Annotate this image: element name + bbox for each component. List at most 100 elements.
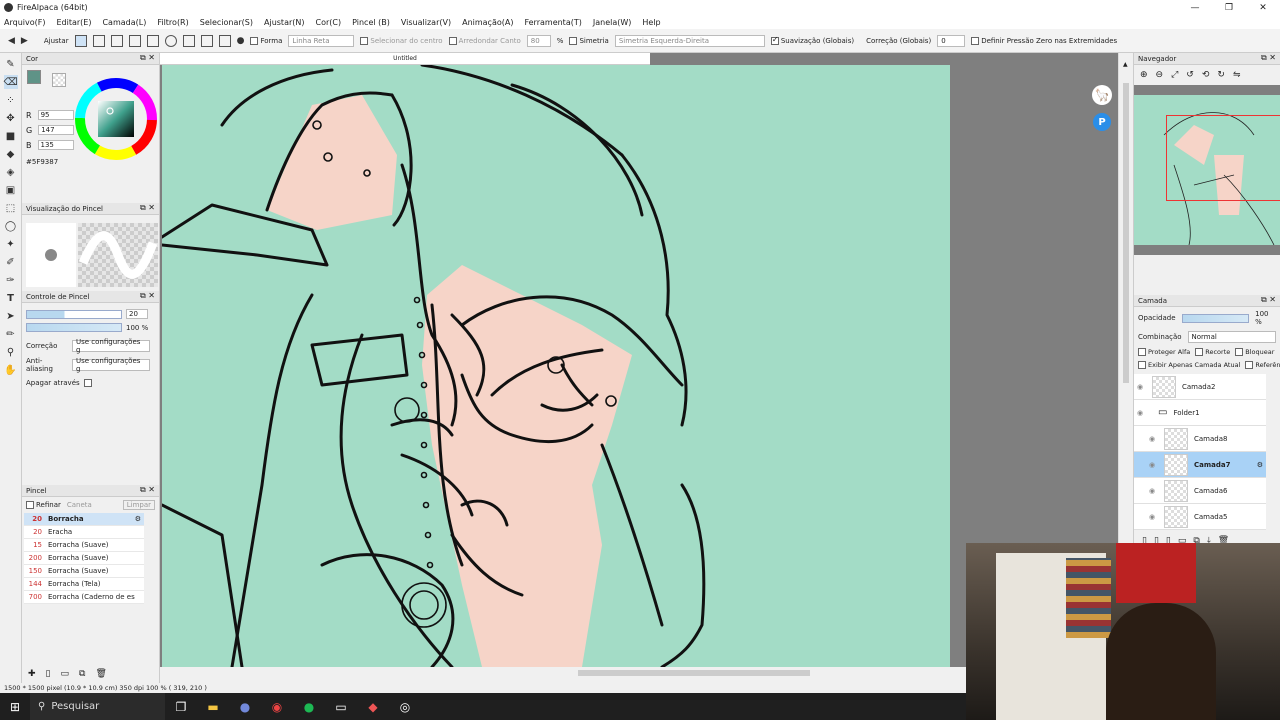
folder-icon[interactable]: ▭ [61,669,70,679]
snap-perspective-icon[interactable] [218,34,231,47]
select-tool-icon[interactable]: ⬚ [4,201,18,215]
layer-item[interactable]: ◉ Camada5 [1134,504,1266,530]
panel-close-icon[interactable]: ⧉ ✕ [140,291,155,301]
color-b-field[interactable]: 135 [37,140,74,150]
current-color-swatch[interactable] [27,70,41,84]
snap-off-icon[interactable] [74,34,87,47]
firealpaca-taskbar-icon[interactable]: ◆ [357,693,389,720]
redo-icon[interactable]: ▶ [21,36,28,46]
pen-button[interactable]: Caneta [67,501,107,509]
pressure-zero-checkbox[interactable]: Definir Pressão Zero nas Extremidades [971,36,1117,45]
eye-icon[interactable]: ◉ [1134,383,1146,391]
symmetry-checkbox[interactable]: Simetria [569,36,609,45]
secondary-color-swatch[interactable] [52,73,66,87]
snap-circle-icon[interactable] [164,34,177,47]
erase-through-checkbox[interactable] [83,379,92,387]
layer-item[interactable]: ◉ Camada7 ⚙ [1134,452,1266,478]
maximize-icon[interactable]: ❐ [1212,0,1246,15]
reset-rotation-icon[interactable]: ⟲ [1202,70,1210,80]
fill-tool-icon[interactable]: ◆ [4,147,18,161]
brush-size-slider[interactable] [26,309,122,319]
duplicate-icon[interactable]: ⧉ [79,669,85,679]
brush-item[interactable]: 15 Eorracha (Suave) [24,539,144,552]
clipping-checkbox[interactable]: Recorte [1195,348,1230,356]
operation-tool-icon[interactable]: ➤ [4,309,18,323]
snap-vanishing-icon[interactable] [128,34,141,47]
hand-tool-icon[interactable]: ✋ [4,363,18,377]
brush-item[interactable]: 144 Eorracha (Tela) [24,578,144,591]
rotate-left-icon[interactable]: ↺ [1186,70,1194,80]
brush-correction-select[interactable]: Use configurações g [72,338,150,354]
menu-visualizar[interactable]: Visualizar(V) [401,18,451,27]
taskbar-search[interactable]: ⚲ Pesquisar [30,693,165,720]
file-explorer-icon[interactable]: ▬ [197,693,229,720]
brush-item[interactable]: 20 Borracha ⚙ [24,513,144,526]
menu-filtro[interactable]: Filtro(R) [157,18,188,27]
eraser-tool-icon[interactable]: ⌫ [3,75,18,89]
minimize-icon[interactable]: — [1178,0,1212,15]
color-g-field[interactable]: 147 [38,125,75,135]
dot-tool-icon[interactable]: ⁘ [4,93,18,107]
eye-icon[interactable]: ◉ [1146,461,1158,469]
refine-checkbox[interactable]: Refinar [26,501,61,509]
navigator-viewport-box[interactable] [1166,115,1280,201]
select-pen-tool-icon[interactable]: ✐ [4,255,18,269]
canvas-tab[interactable]: Untitled [160,53,650,65]
layer-item[interactable]: ◉ Camada6 [1134,478,1266,504]
snap-cross-icon[interactable] [110,34,123,47]
bucket-tool-icon[interactable]: ◈ [4,165,18,179]
zoom-out-icon[interactable]: ⊖ [1156,70,1164,80]
eye-icon[interactable]: ◉ [1146,435,1158,443]
eye-icon[interactable]: ◉ [1134,409,1146,417]
fit-icon[interactable]: ⤢ [1171,70,1178,80]
shape-select[interactable]: Linha Reta [288,34,355,47]
adjust-button[interactable]: Ajustar [44,37,69,45]
divide-tool-icon[interactable]: ✏ [4,327,18,341]
eye-icon[interactable]: ◉ [1146,513,1158,521]
select-center-checkbox[interactable]: Selecionar do centro [360,36,443,45]
brush-item[interactable]: 200 Eorracha (Suave) [24,552,144,565]
task-view-icon[interactable]: ❐ [165,693,197,720]
menu-editar[interactable]: Editar(E) [56,18,91,27]
close-icon[interactable]: ✕ [1246,0,1280,15]
protect-alpha-checkbox[interactable]: Proteger Alfa [1138,348,1190,356]
eye-icon[interactable]: ◉ [1146,487,1158,495]
eyedropper-tool-icon[interactable]: ⚲ [4,345,18,359]
brush-size-field[interactable]: 20 [126,309,148,319]
menu-animacao[interactable]: Animação(A) [462,18,513,27]
reference-checkbox[interactable]: Referência [1245,361,1280,369]
menu-camada[interactable]: Camada(L) [102,18,146,27]
correction-global-select[interactable]: 0 [937,34,966,47]
panel-close-icon[interactable]: ⧉ ✕ [140,53,155,63]
layer-blend-select[interactable]: Normal [1187,331,1276,343]
spotify-icon[interactable]: ● [293,693,325,720]
snap-curve-icon[interactable] [182,34,195,47]
gear-icon[interactable]: ⚙ [1257,461,1266,469]
brush-antialias-select[interactable]: Use configurações g [72,357,150,373]
fill-shape-tool-icon[interactable]: ■ [4,129,18,143]
color-r-field[interactable]: 95 [37,110,74,120]
snap-grid-icon[interactable] [200,34,213,47]
menu-pincel[interactable]: Pincel (B) [352,18,390,27]
drawing-canvas[interactable] [162,65,950,667]
panel-close-icon[interactable]: ⧉ ✕ [1261,53,1276,63]
zoom-in-icon[interactable]: ⊕ [1140,70,1148,80]
layer-folder-item[interactable]: ◉ ▭ Folder1 [1134,400,1266,426]
flip-icon[interactable]: ⇋ [1233,70,1241,80]
gear-icon[interactable]: ⚙ [135,515,144,523]
select-eraser-tool-icon[interactable]: ✑ [4,273,18,287]
round-corner-field[interactable]: 80 [526,34,551,47]
round-corner-checkbox[interactable]: Arredondar Canto [448,36,521,45]
new-brush-icon[interactable]: ▯ [46,669,51,679]
scroll-up-icon[interactable]: ▲ [1123,61,1128,68]
trash-icon[interactable]: 🗑 [95,669,106,679]
patreon-p-icon[interactable]: P [1093,113,1111,131]
navigator-thumbnail[interactable] [1134,85,1280,255]
menu-help[interactable]: Help [642,18,660,27]
snap-parallel-icon[interactable] [92,34,105,47]
rotate-right-icon[interactable]: ↻ [1217,70,1225,80]
menu-selecionar[interactable]: Selecionar(S) [200,18,253,27]
menu-ajustar[interactable]: Ajustar(N) [264,18,305,27]
show-current-only-checkbox[interactable]: Exibir Apenas Camada Atual [1138,361,1240,369]
lasso-tool-icon[interactable]: ◯ [4,219,18,233]
